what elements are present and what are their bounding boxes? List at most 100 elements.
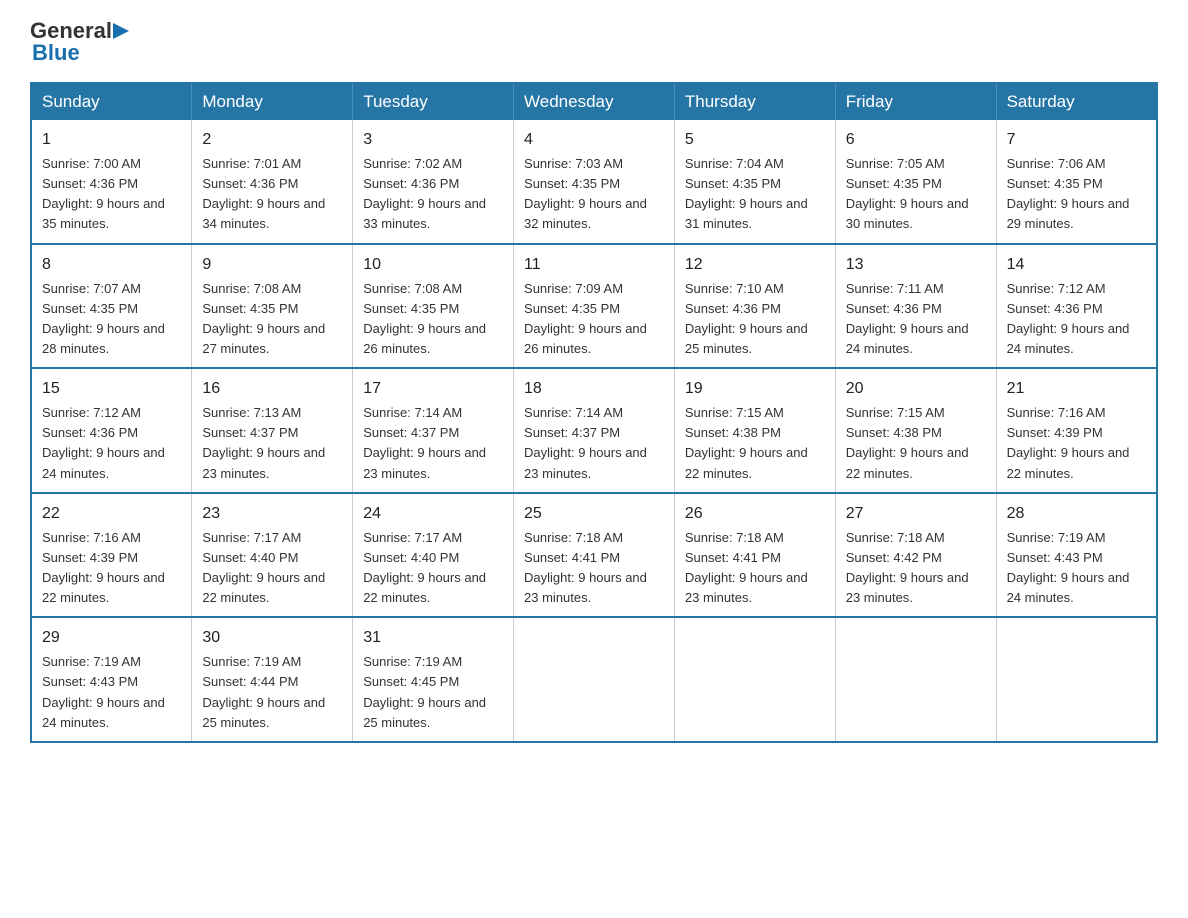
day-info: Sunrise: 7:17 AMSunset: 4:40 PMDaylight:… <box>202 530 325 605</box>
day-of-week-header: Friday <box>835 83 996 120</box>
logo-triangle-icon <box>113 21 129 41</box>
calendar-day-cell: 14 Sunrise: 7:12 AMSunset: 4:36 PMDaylig… <box>996 244 1157 369</box>
day-number: 5 <box>685 128 825 152</box>
calendar-day-cell: 27 Sunrise: 7:18 AMSunset: 4:42 PMDaylig… <box>835 493 996 618</box>
calendar-day-cell: 28 Sunrise: 7:19 AMSunset: 4:43 PMDaylig… <box>996 493 1157 618</box>
day-number: 16 <box>202 377 342 401</box>
day-number: 27 <box>846 502 986 526</box>
calendar-week-row: 15 Sunrise: 7:12 AMSunset: 4:36 PMDaylig… <box>31 368 1157 493</box>
day-info: Sunrise: 7:09 AMSunset: 4:35 PMDaylight:… <box>524 281 647 356</box>
day-info: Sunrise: 7:15 AMSunset: 4:38 PMDaylight:… <box>846 405 969 480</box>
day-number: 13 <box>846 253 986 277</box>
calendar-day-cell <box>514 617 675 742</box>
calendar-day-cell: 3 Sunrise: 7:02 AMSunset: 4:36 PMDayligh… <box>353 120 514 244</box>
day-info: Sunrise: 7:08 AMSunset: 4:35 PMDaylight:… <box>202 281 325 356</box>
calendar-day-cell: 15 Sunrise: 7:12 AMSunset: 4:36 PMDaylig… <box>31 368 192 493</box>
day-info: Sunrise: 7:07 AMSunset: 4:35 PMDaylight:… <box>42 281 165 356</box>
day-number: 20 <box>846 377 986 401</box>
day-info: Sunrise: 7:14 AMSunset: 4:37 PMDaylight:… <box>524 405 647 480</box>
calendar-day-cell: 21 Sunrise: 7:16 AMSunset: 4:39 PMDaylig… <box>996 368 1157 493</box>
calendar-day-cell: 20 Sunrise: 7:15 AMSunset: 4:38 PMDaylig… <box>835 368 996 493</box>
day-info: Sunrise: 7:06 AMSunset: 4:35 PMDaylight:… <box>1007 156 1130 231</box>
day-number: 30 <box>202 626 342 650</box>
day-number: 24 <box>363 502 503 526</box>
calendar-day-cell: 25 Sunrise: 7:18 AMSunset: 4:41 PMDaylig… <box>514 493 675 618</box>
calendar-day-cell: 5 Sunrise: 7:04 AMSunset: 4:35 PMDayligh… <box>674 120 835 244</box>
calendar-day-cell: 26 Sunrise: 7:18 AMSunset: 4:41 PMDaylig… <box>674 493 835 618</box>
day-number: 15 <box>42 377 181 401</box>
day-info: Sunrise: 7:12 AMSunset: 4:36 PMDaylight:… <box>1007 281 1130 356</box>
day-info: Sunrise: 7:17 AMSunset: 4:40 PMDaylight:… <box>363 530 486 605</box>
day-info: Sunrise: 7:19 AMSunset: 4:43 PMDaylight:… <box>42 654 165 729</box>
day-info: Sunrise: 7:18 AMSunset: 4:42 PMDaylight:… <box>846 530 969 605</box>
day-number: 19 <box>685 377 825 401</box>
day-number: 23 <box>202 502 342 526</box>
day-number: 17 <box>363 377 503 401</box>
day-number: 11 <box>524 253 664 277</box>
day-number: 2 <box>202 128 342 152</box>
day-info: Sunrise: 7:10 AMSunset: 4:36 PMDaylight:… <box>685 281 808 356</box>
day-info: Sunrise: 7:15 AMSunset: 4:38 PMDaylight:… <box>685 405 808 480</box>
calendar-day-cell <box>674 617 835 742</box>
calendar-week-row: 29 Sunrise: 7:19 AMSunset: 4:43 PMDaylig… <box>31 617 1157 742</box>
page-header: General Blue <box>30 20 1158 64</box>
logo: General Blue <box>30 20 129 64</box>
day-number: 9 <box>202 253 342 277</box>
calendar-day-cell: 8 Sunrise: 7:07 AMSunset: 4:35 PMDayligh… <box>31 244 192 369</box>
calendar-day-cell: 1 Sunrise: 7:00 AMSunset: 4:36 PMDayligh… <box>31 120 192 244</box>
calendar-table: SundayMondayTuesdayWednesdayThursdayFrid… <box>30 82 1158 743</box>
calendar-week-row: 8 Sunrise: 7:07 AMSunset: 4:35 PMDayligh… <box>31 244 1157 369</box>
day-number: 18 <box>524 377 664 401</box>
day-info: Sunrise: 7:19 AMSunset: 4:45 PMDaylight:… <box>363 654 486 729</box>
day-info: Sunrise: 7:08 AMSunset: 4:35 PMDaylight:… <box>363 281 486 356</box>
day-info: Sunrise: 7:18 AMSunset: 4:41 PMDaylight:… <box>524 530 647 605</box>
day-number: 26 <box>685 502 825 526</box>
day-number: 25 <box>524 502 664 526</box>
calendar-day-cell: 31 Sunrise: 7:19 AMSunset: 4:45 PMDaylig… <box>353 617 514 742</box>
calendar-day-cell: 24 Sunrise: 7:17 AMSunset: 4:40 PMDaylig… <box>353 493 514 618</box>
day-info: Sunrise: 7:11 AMSunset: 4:36 PMDaylight:… <box>846 281 969 356</box>
day-info: Sunrise: 7:05 AMSunset: 4:35 PMDaylight:… <box>846 156 969 231</box>
day-of-week-header: Thursday <box>674 83 835 120</box>
day-number: 7 <box>1007 128 1146 152</box>
day-number: 10 <box>363 253 503 277</box>
day-of-week-header: Tuesday <box>353 83 514 120</box>
logo-blue: Blue <box>32 42 80 64</box>
day-number: 1 <box>42 128 181 152</box>
day-info: Sunrise: 7:19 AMSunset: 4:44 PMDaylight:… <box>202 654 325 729</box>
calendar-day-cell: 12 Sunrise: 7:10 AMSunset: 4:36 PMDaylig… <box>674 244 835 369</box>
day-info: Sunrise: 7:01 AMSunset: 4:36 PMDaylight:… <box>202 156 325 231</box>
day-info: Sunrise: 7:03 AMSunset: 4:35 PMDaylight:… <box>524 156 647 231</box>
day-info: Sunrise: 7:13 AMSunset: 4:37 PMDaylight:… <box>202 405 325 480</box>
calendar-day-cell: 2 Sunrise: 7:01 AMSunset: 4:36 PMDayligh… <box>192 120 353 244</box>
day-number: 4 <box>524 128 664 152</box>
day-number: 21 <box>1007 377 1146 401</box>
calendar-week-row: 1 Sunrise: 7:00 AMSunset: 4:36 PMDayligh… <box>31 120 1157 244</box>
calendar-day-cell: 7 Sunrise: 7:06 AMSunset: 4:35 PMDayligh… <box>996 120 1157 244</box>
logo-general: General <box>30 20 112 42</box>
day-of-week-header: Monday <box>192 83 353 120</box>
calendar-day-cell: 29 Sunrise: 7:19 AMSunset: 4:43 PMDaylig… <box>31 617 192 742</box>
calendar-day-cell: 22 Sunrise: 7:16 AMSunset: 4:39 PMDaylig… <box>31 493 192 618</box>
day-info: Sunrise: 7:16 AMSunset: 4:39 PMDaylight:… <box>1007 405 1130 480</box>
day-number: 29 <box>42 626 181 650</box>
day-of-week-header: Saturday <box>996 83 1157 120</box>
calendar-day-cell: 16 Sunrise: 7:13 AMSunset: 4:37 PMDaylig… <box>192 368 353 493</box>
day-number: 22 <box>42 502 181 526</box>
day-info: Sunrise: 7:18 AMSunset: 4:41 PMDaylight:… <box>685 530 808 605</box>
day-number: 14 <box>1007 253 1146 277</box>
calendar-day-cell <box>835 617 996 742</box>
calendar-day-cell: 13 Sunrise: 7:11 AMSunset: 4:36 PMDaylig… <box>835 244 996 369</box>
calendar-day-cell: 4 Sunrise: 7:03 AMSunset: 4:35 PMDayligh… <box>514 120 675 244</box>
calendar-day-cell: 30 Sunrise: 7:19 AMSunset: 4:44 PMDaylig… <box>192 617 353 742</box>
day-info: Sunrise: 7:16 AMSunset: 4:39 PMDaylight:… <box>42 530 165 605</box>
day-info: Sunrise: 7:12 AMSunset: 4:36 PMDaylight:… <box>42 405 165 480</box>
day-of-week-header: Wednesday <box>514 83 675 120</box>
day-info: Sunrise: 7:14 AMSunset: 4:37 PMDaylight:… <box>363 405 486 480</box>
calendar-day-cell: 10 Sunrise: 7:08 AMSunset: 4:35 PMDaylig… <box>353 244 514 369</box>
calendar-day-cell: 17 Sunrise: 7:14 AMSunset: 4:37 PMDaylig… <box>353 368 514 493</box>
day-number: 28 <box>1007 502 1146 526</box>
calendar-header-row: SundayMondayTuesdayWednesdayThursdayFrid… <box>31 83 1157 120</box>
day-info: Sunrise: 7:04 AMSunset: 4:35 PMDaylight:… <box>685 156 808 231</box>
calendar-day-cell: 19 Sunrise: 7:15 AMSunset: 4:38 PMDaylig… <box>674 368 835 493</box>
